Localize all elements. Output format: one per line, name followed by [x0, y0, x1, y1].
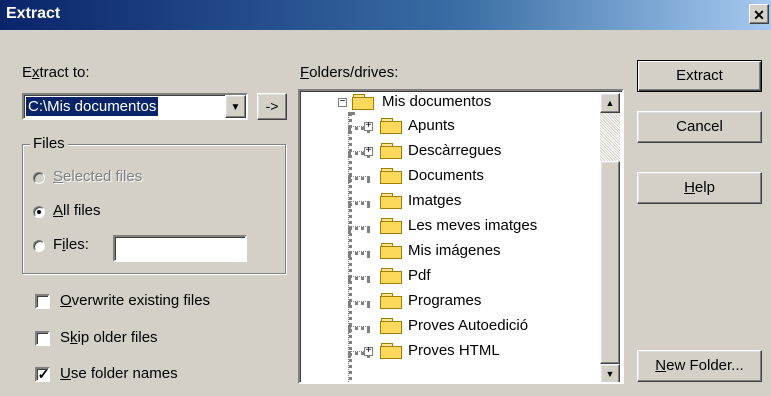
tree-branch-line — [348, 201, 370, 205]
arrow-up-icon: ▲ — [605, 98, 615, 108]
use-folder-names-checkbox[interactable]: ✓ — [35, 366, 50, 382]
title-bar: Extract ✕ — [0, 0, 771, 30]
skip-older-label: Skip older files — [60, 329, 158, 346]
scroll-thumb[interactable] — [600, 161, 620, 364]
files-pattern-input[interactable] — [113, 235, 247, 262]
folder-icon — [380, 143, 404, 159]
check-mark-icon: ✓ — [37, 366, 50, 382]
folder-icon — [380, 243, 404, 259]
folders-drives-label: Folders/drives: — [300, 64, 399, 81]
open-folder-icon — [352, 94, 376, 110]
all-files-radio[interactable] — [33, 206, 45, 218]
folder-icon — [380, 293, 404, 309]
tree-branch-line — [348, 176, 370, 180]
overwrite-files-checkbox[interactable] — [35, 294, 50, 309]
folder-icon — [380, 268, 404, 284]
overwrite-files-label: Overwrite existing files — [60, 292, 211, 309]
new-folder-button[interactable]: New Folder... — [637, 350, 762, 382]
tree-item-label: Imatges — [408, 192, 462, 209]
tree-item-label: Descàrregues — [408, 142, 502, 159]
folder-tree[interactable]: − Mis documentos + Apunts + Descàrregues Doc… — [298, 89, 624, 384]
expand-icon[interactable]: + — [364, 347, 373, 357]
radio-selected-dot — [37, 210, 41, 214]
cancel-button[interactable]: Cancel — [637, 111, 762, 143]
files-pattern-radio[interactable] — [33, 240, 45, 252]
folder-icon — [380, 168, 404, 184]
files-pattern-label: Files: — [53, 236, 89, 253]
folder-icon — [380, 193, 404, 209]
browse-path-button[interactable]: -> — [257, 93, 287, 120]
tree-item-label: Documents — [408, 167, 484, 184]
folder-icon — [380, 118, 404, 134]
window-title: Extract — [6, 5, 61, 22]
tree-item-label: Pdf — [408, 267, 431, 284]
tree-item-label: Proves Autoedició — [408, 317, 529, 334]
collapse-icon[interactable]: − — [338, 98, 347, 108]
selected-files-label: Selected files — [53, 168, 143, 185]
folder-icon — [380, 343, 404, 359]
expand-icon[interactable]: + — [364, 122, 373, 132]
help-button[interactable]: Help — [637, 172, 762, 204]
folder-icon — [380, 218, 404, 234]
tree-branch-line — [348, 276, 370, 280]
extract-button[interactable]: Extract — [637, 60, 762, 92]
tree-item-label: Proves HTML — [408, 342, 500, 359]
folder-icon — [380, 318, 404, 334]
arrow-down-icon: ▼ — [605, 369, 615, 379]
tree-item-label: Programes — [408, 292, 482, 309]
expand-icon[interactable]: + — [364, 147, 373, 157]
tree-branch-line — [348, 301, 370, 305]
browse-arrow-label: -> — [265, 98, 279, 114]
close-icon: ✕ — [753, 7, 765, 23]
all-files-label: All files — [53, 202, 101, 219]
files-group-title: Files — [30, 135, 68, 152]
selected-files-radio[interactable] — [33, 172, 45, 184]
extract-to-value: C:\Mis documentos — [26, 97, 159, 116]
scroll-track[interactable] — [600, 113, 620, 161]
tree-vertical-scrollbar[interactable]: ▲ ▼ — [600, 93, 620, 382]
chevron-down-icon: ▼ — [230, 102, 241, 113]
tree-branch-line — [348, 251, 370, 255]
tree-branch-line — [348, 326, 370, 330]
tree-item-label: Mis documentos — [382, 93, 492, 110]
tree-item-label: Mis imágenes — [408, 242, 501, 259]
dropdown-button[interactable]: ▼ — [225, 95, 246, 118]
scroll-down-button[interactable]: ▼ — [600, 364, 620, 382]
close-button[interactable]: ✕ — [749, 4, 769, 24]
use-folder-names-label: Use folder names — [60, 365, 178, 382]
extract-to-combobox[interactable]: C:\Mis documentos ▼ — [22, 93, 248, 120]
tree-branch-line — [348, 226, 370, 230]
tree-item-label: Apunts — [408, 117, 455, 134]
tree-item-label: Les meves imatges — [408, 217, 538, 234]
skip-older-checkbox[interactable] — [35, 331, 50, 346]
extract-to-label: Extract to: — [22, 64, 90, 81]
scroll-up-button[interactable]: ▲ — [600, 93, 620, 113]
